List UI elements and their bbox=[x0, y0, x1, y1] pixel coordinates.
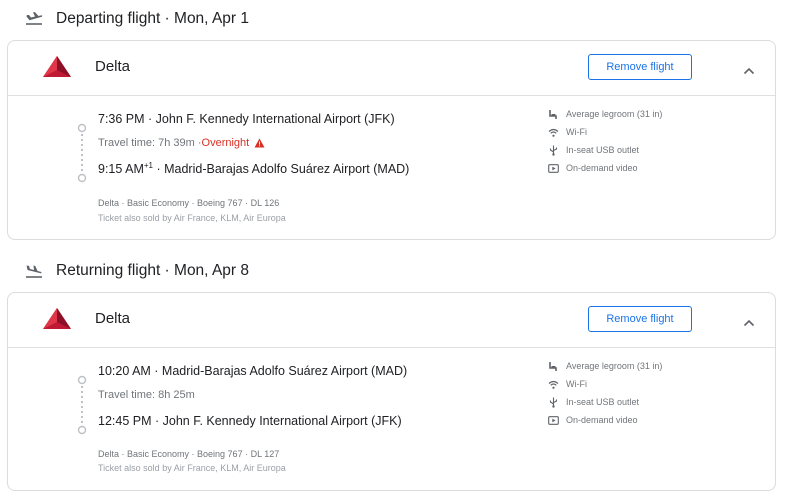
chevron-up-icon[interactable] bbox=[743, 62, 755, 75]
airline-name: Delta bbox=[95, 58, 131, 75]
flight-details: Delta · Basic Economy · Boeing 767 · DL … bbox=[98, 198, 280, 208]
arrival-info: 9:15 AM+1 · Madrid-Barajas Adolfo Suárez… bbox=[98, 160, 410, 176]
returning-section-header: Returning flight · Mon, Apr 8 bbox=[0, 253, 788, 289]
airline-name: Delta bbox=[95, 310, 131, 327]
warning-icon bbox=[254, 138, 265, 148]
returning-section-title: Returning flight · Mon, Apr 8 bbox=[56, 262, 249, 279]
flight-timeline bbox=[77, 123, 87, 183]
landing-icon bbox=[24, 263, 44, 279]
video-icon bbox=[548, 163, 559, 173]
video-icon bbox=[548, 415, 559, 425]
travel-time: Travel time: 8h 25m bbox=[98, 389, 195, 401]
flight-timeline bbox=[77, 375, 87, 435]
departing-section-title: Departing flight · Mon, Apr 1 bbox=[56, 10, 249, 27]
amenity-usb: In-seat USB outlet bbox=[548, 143, 639, 157]
departing-flight-card: Delta Remove flight 7:36 PM · John F. Ke… bbox=[7, 40, 776, 240]
seat-icon bbox=[549, 109, 557, 119]
delta-logo-icon bbox=[42, 307, 72, 331]
usb-icon bbox=[549, 397, 558, 408]
amenity-legroom: Average legroom (31 in) bbox=[548, 359, 662, 373]
flight-details: Delta · Basic Economy · Boeing 767 · DL … bbox=[98, 449, 280, 459]
delta-logo-icon bbox=[42, 55, 72, 79]
usb-icon bbox=[549, 145, 558, 156]
seat-icon bbox=[549, 361, 557, 371]
amenity-video: On-demand video bbox=[548, 161, 638, 175]
wifi-icon bbox=[548, 380, 559, 389]
amenity-legroom: Average legroom (31 in) bbox=[548, 107, 662, 121]
codeshare-note: Ticket also sold by Air France, KLM, Air… bbox=[98, 213, 286, 223]
returning-flight-card: Delta Remove flight 10:20 AM · Madrid-Ba… bbox=[7, 292, 776, 491]
wifi-icon bbox=[548, 128, 559, 137]
chevron-up-icon[interactable] bbox=[743, 314, 755, 327]
departing-card-header[interactable]: Delta Remove flight bbox=[8, 41, 775, 96]
remove-flight-button[interactable]: Remove flight bbox=[588, 54, 692, 80]
amenity-usb: In-seat USB outlet bbox=[548, 395, 639, 409]
day-offset-badge: +1 bbox=[143, 160, 153, 170]
returning-card-header[interactable]: Delta Remove flight bbox=[8, 293, 775, 348]
overnight-label: Overnight bbox=[201, 137, 250, 149]
arrival-airport: · Madrid-Barajas Adolfo Suárez Airport (… bbox=[153, 162, 410, 176]
remove-flight-button[interactable]: Remove flight bbox=[588, 306, 692, 332]
amenity-wifi: Wi-Fi bbox=[548, 125, 587, 139]
amenity-video: On-demand video bbox=[548, 413, 638, 427]
takeoff-icon bbox=[24, 11, 44, 27]
arrival-info: 12:45 PM · John F. Kennedy International… bbox=[98, 414, 402, 428]
departing-section-header: Departing flight · Mon, Apr 1 bbox=[0, 1, 788, 37]
departure-info: 7:36 PM · John F. Kennedy International … bbox=[98, 112, 395, 126]
arrival-time: 9:15 AM bbox=[98, 162, 144, 176]
travel-time-text: Travel time: 8h 25m bbox=[98, 389, 195, 401]
codeshare-note: Ticket also sold by Air France, KLM, Air… bbox=[98, 463, 286, 473]
amenity-wifi: Wi-Fi bbox=[548, 377, 587, 391]
travel-time: Travel time: 7h 39m · Overnight bbox=[98, 137, 265, 149]
departure-info: 10:20 AM · Madrid-Barajas Adolfo Suárez … bbox=[98, 364, 408, 378]
travel-time-text: Travel time: 7h 39m · bbox=[98, 137, 202, 149]
